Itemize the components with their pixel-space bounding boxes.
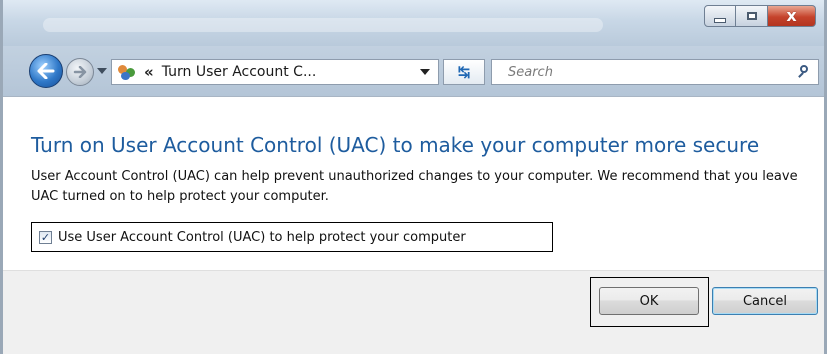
- user-accounts-icon: [118, 63, 136, 81]
- uac-checkbox-row[interactable]: ✓ Use User Account Control (UAC) to help…: [31, 222, 553, 252]
- breadcrumb-overflow[interactable]: «: [144, 63, 154, 81]
- back-button[interactable]: [29, 54, 63, 88]
- refresh-button[interactable]: ↹: [443, 59, 485, 85]
- breadcrumb-current[interactable]: Turn User Account C...: [162, 64, 420, 80]
- title-bar[interactable]: x: [3, 0, 824, 46]
- button-bar: OK Cancel: [3, 270, 824, 354]
- search-box[interactable]: [491, 59, 819, 85]
- cancel-button[interactable]: Cancel: [712, 287, 818, 315]
- page-title: Turn on User Account Control (UAC) to ma…: [31, 133, 760, 157]
- window-controls: x: [704, 5, 816, 27]
- maximize-icon: [746, 12, 757, 20]
- refresh-icon: ↹: [457, 63, 471, 81]
- maximize-button[interactable]: [736, 5, 768, 27]
- address-bar[interactable]: « Turn User Account C...: [111, 59, 439, 85]
- navigation-bar: « Turn User Account C... ↹: [3, 46, 824, 96]
- close-button[interactable]: x: [768, 5, 816, 27]
- title-bar-reflection: [43, 18, 603, 32]
- close-icon: x: [786, 6, 797, 25]
- uac-checkbox-label[interactable]: Use User Account Control (UAC) to help p…: [58, 230, 466, 245]
- search-icon[interactable]: [796, 64, 812, 80]
- description-text: User Account Control (UAC) can help prev…: [31, 169, 798, 204]
- minimize-icon: [714, 17, 726, 23]
- main-content: Turn on User Account Control (UAC) to ma…: [3, 96, 824, 271]
- uac-checkbox[interactable]: ✓: [39, 230, 52, 244]
- recent-pages-dropdown[interactable]: [97, 68, 107, 74]
- search-input[interactable]: [506, 63, 796, 81]
- back-arrow-icon: [37, 63, 55, 79]
- uac-settings-window: x « Turn User Account C... ↹ Search Turn…: [0, 0, 827, 354]
- address-dropdown-icon[interactable]: [420, 69, 430, 75]
- checkmark-icon: ✓: [40, 230, 51, 244]
- forward-button[interactable]: [66, 58, 94, 86]
- forward-arrow-icon: [73, 66, 87, 78]
- ok-button[interactable]: OK: [599, 287, 699, 315]
- minimize-button[interactable]: [704, 5, 736, 27]
